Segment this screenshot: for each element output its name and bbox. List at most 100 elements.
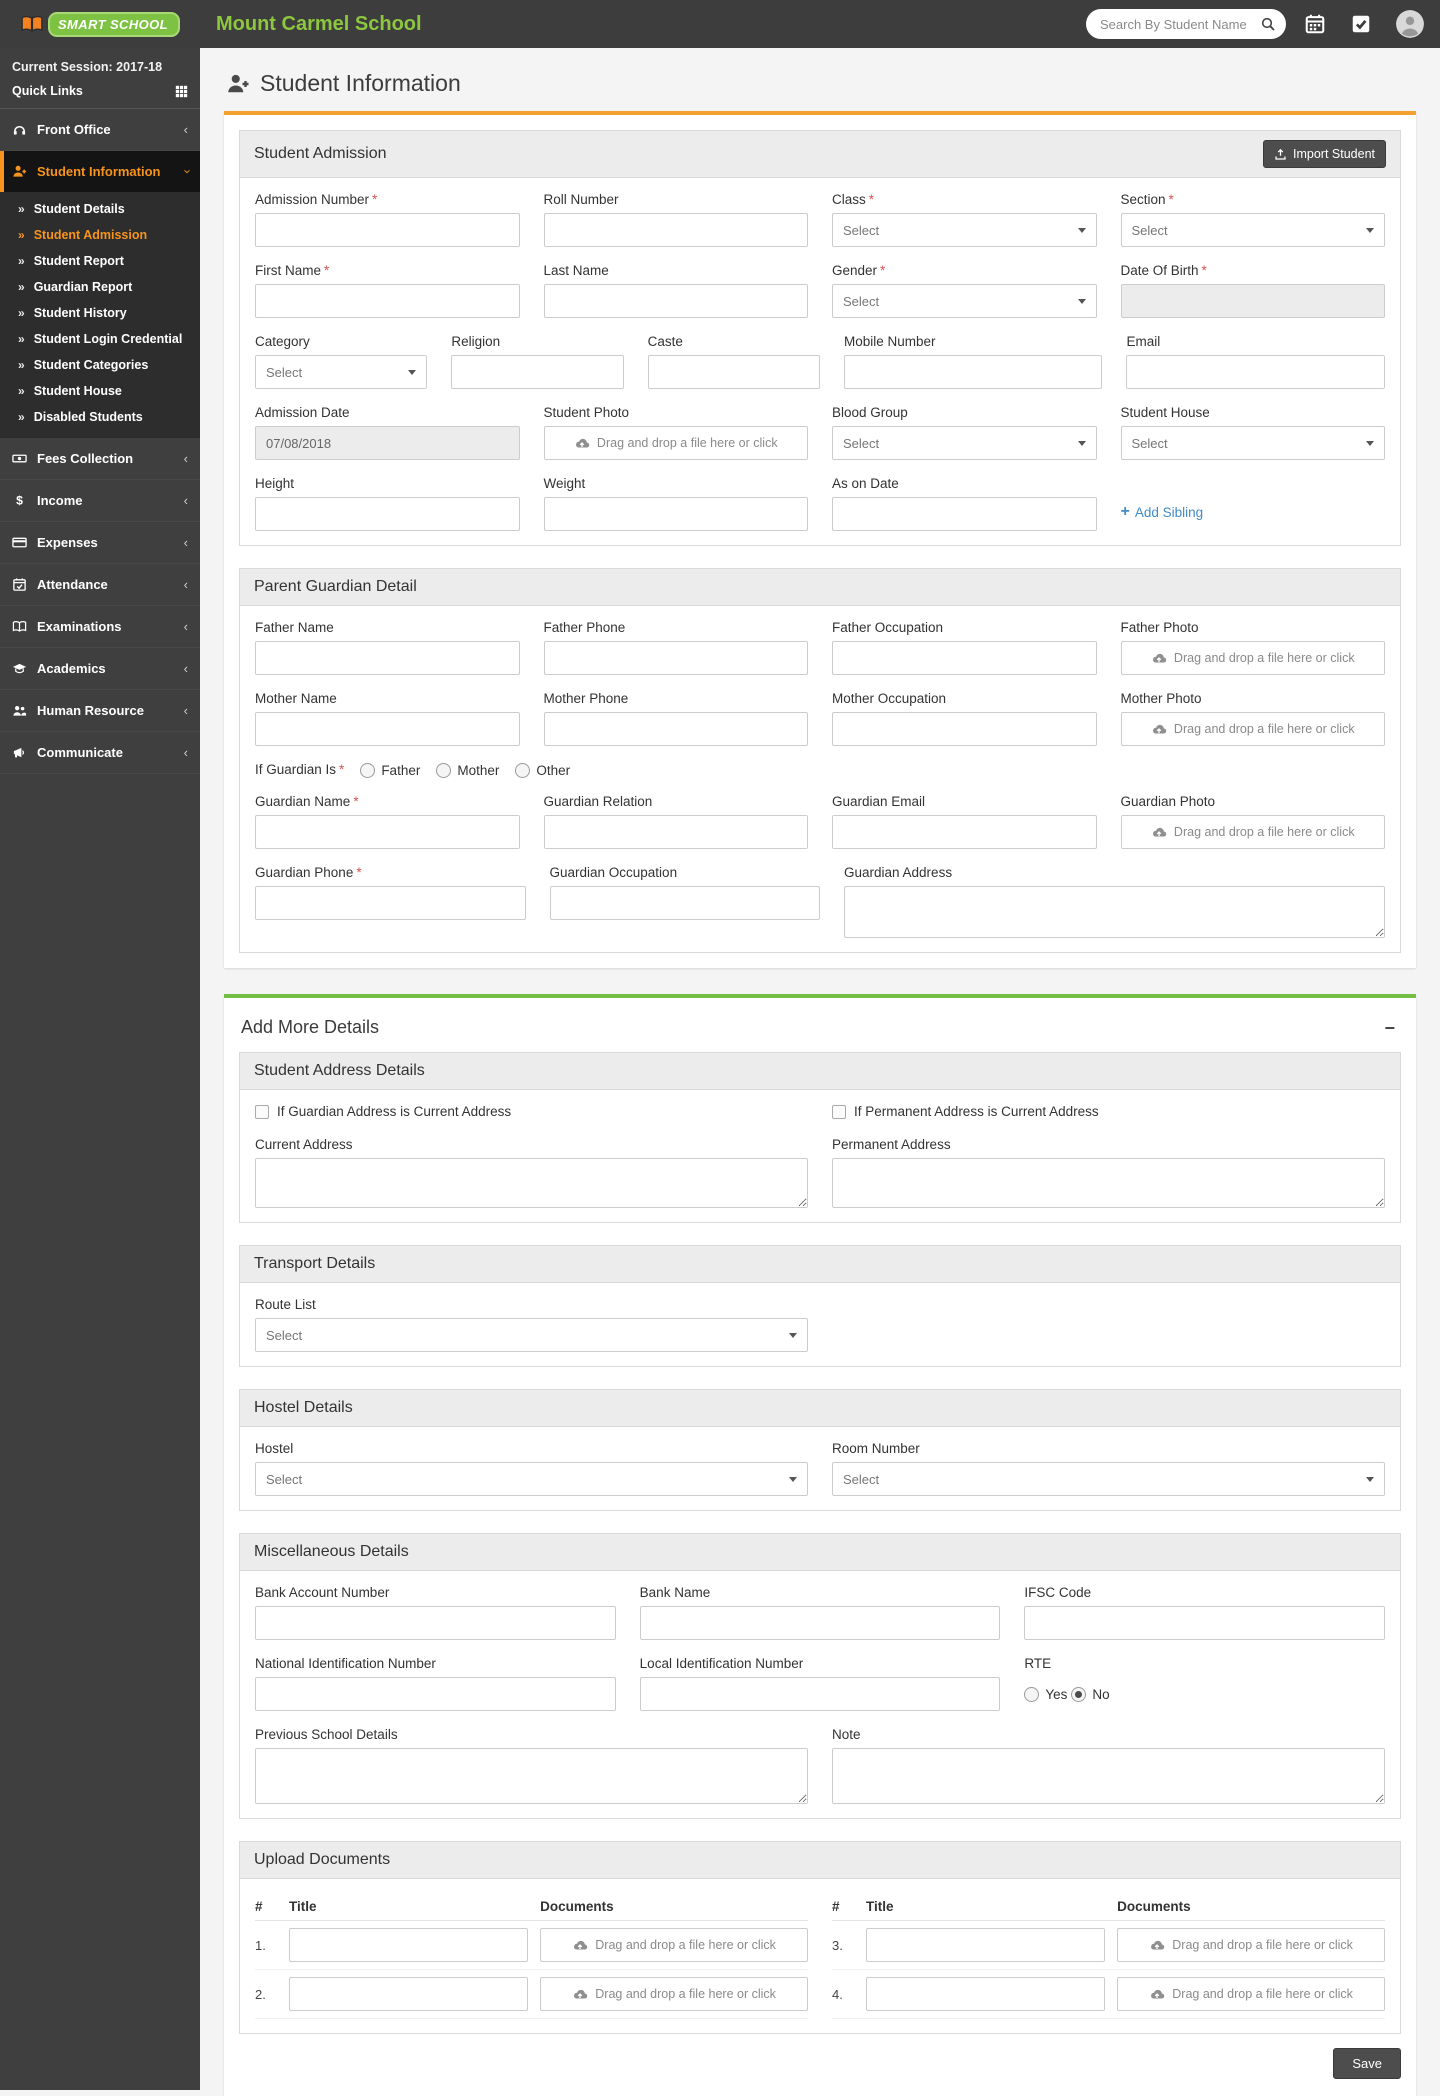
guardian-phone-label: Guardian Phone * [255,865,362,880]
hostel-select[interactable]: Select [255,1462,808,1496]
user-avatar[interactable] [1396,10,1424,38]
father-photo-dropzone[interactable]: Drag and drop a file here or click [1120,641,1385,675]
guardian-photo-dropzone[interactable]: Drag and drop a file here or click [1120,815,1385,849]
sidebar-subitem-student-categories[interactable]: » Student Categories [0,352,200,378]
admission-date-input[interactable] [255,426,520,460]
sidebar-item-communicate[interactable]: Communicate ‹ [0,732,200,774]
document-title-input-1[interactable] [289,1928,529,1962]
room-number-select[interactable]: Select [832,1462,1385,1496]
rte-yes-radio[interactable]: Yes [1024,1686,1067,1702]
guardian-relation-input[interactable] [543,815,808,849]
sidebar-item-fees-collection[interactable]: Fees Collection ‹ [0,438,200,480]
sidebar-item-human-resource[interactable]: Human Resource ‹ [0,690,200,732]
mother-photo-dropzone[interactable]: Drag and drop a file here or click [1120,712,1385,746]
mobile-number-input[interactable] [843,355,1103,389]
date-of-birth-input[interactable] [1120,284,1385,318]
sidebar-subitem-student-admission[interactable]: » Student Admission [0,222,200,248]
import-student-button[interactable]: Import Student [1263,140,1386,168]
guardian-mother-radio[interactable]: Mother [436,762,499,778]
quick-links[interactable]: Quick Links [0,78,200,109]
mother-phone-input[interactable] [543,712,808,746]
email-input[interactable] [1126,355,1385,389]
guardian-address-checkbox[interactable]: If Guardian Address is Current Address [255,1104,808,1119]
collapse-icon[interactable]: − [1380,1019,1399,1037]
document-title-input-3[interactable] [866,1928,1106,1962]
sidebar-subitem-student-details[interactable]: » Student Details [0,196,200,222]
student-house-select[interactable]: Select [1120,426,1385,460]
current-address-textarea[interactable] [255,1158,808,1208]
national-id-input[interactable] [255,1677,616,1711]
mother-occupation-input[interactable] [832,712,1097,746]
ifsc-code-input[interactable] [1024,1606,1386,1640]
sidebar-item-academics[interactable]: Academics ‹ [0,648,200,690]
category-select[interactable]: Select [255,355,428,389]
sidebar-subitem-disabled-students[interactable]: » Disabled Students [0,404,200,430]
document-dropzone-2[interactable]: Drag and drop a file here or click [540,1977,808,2011]
search-input[interactable] [1100,16,1260,32]
sidebar-item-income[interactable]: Income ‹ [0,480,200,522]
guardian-phone-input[interactable] [255,886,526,920]
sidebar-item-examinations[interactable]: Examinations ‹ [0,606,200,648]
weight-input[interactable] [543,497,808,531]
grid-icon[interactable] [175,85,188,98]
calendar-icon[interactable] [1304,13,1326,35]
sidebar-item-student-information[interactable]: Student Information ‹ [0,151,200,192]
religion-input[interactable] [451,355,624,389]
sidebar-item-expenses[interactable]: Expenses ‹ [0,522,200,564]
add-sibling-link[interactable]: + Add Sibling [1121,503,1204,521]
roll-number-input[interactable] [543,213,808,247]
class-select[interactable]: Select [832,213,1097,247]
father-phone-input[interactable] [543,641,808,675]
gender-select[interactable]: Select [832,284,1097,318]
route-list-select[interactable]: Select [255,1318,808,1352]
guardian-other-radio[interactable]: Other [515,762,570,778]
caret-down-icon [408,369,417,375]
document-dropzone-3[interactable]: Drag and drop a file here or click [1117,1928,1385,1962]
father-name-input[interactable] [255,641,520,675]
save-button[interactable]: Save [1333,2048,1401,2079]
sidebar-item-front-office[interactable]: Front Office ‹ [0,109,200,151]
document-title-input-4[interactable] [866,1977,1106,2011]
tasks-icon[interactable] [1350,13,1372,35]
mother-occupation-label: Mother Occupation [832,691,947,706]
student-photo-dropzone[interactable]: Drag and drop a file here or click [543,426,808,460]
guardian-occupation-input[interactable] [549,886,820,920]
local-id-input[interactable] [639,1677,1001,1711]
mother-name-input[interactable] [255,712,520,746]
search-icon[interactable] [1260,16,1276,32]
guardian-father-radio[interactable]: Father [360,762,420,778]
previous-school-textarea[interactable] [255,1748,808,1804]
document-dropzone-1[interactable]: Drag and drop a file here or click [540,1928,808,1962]
document-dropzone-4[interactable]: Drag and drop a file here or click [1117,1977,1385,2011]
note-textarea[interactable] [832,1748,1385,1804]
radio-icon [1024,1686,1040,1702]
sidebar-item-attendance[interactable]: Attendance ‹ [0,564,200,606]
permanent-address-checkbox[interactable]: If Permanent Address is Current Address [832,1104,1385,1119]
as-on-date-input[interactable] [832,497,1097,531]
chevron-left-icon: ‹ [183,703,188,718]
app-logo[interactable]: SMART SCHOOL [0,0,200,48]
student-search[interactable] [1086,9,1286,39]
caste-input[interactable] [647,355,820,389]
sidebar-subitem-student-history[interactable]: » Student History [0,300,200,326]
religion-label: Religion [451,334,501,349]
guardian-name-input[interactable] [255,815,520,849]
permanent-address-textarea[interactable] [832,1158,1385,1208]
first-name-input[interactable] [255,284,520,318]
last-name-input[interactable] [543,284,808,318]
sidebar-subitem-student-report[interactable]: » Student Report [0,248,200,274]
document-title-input-2[interactable] [289,1977,529,2011]
sidebar-subitem-student-house[interactable]: » Student House [0,378,200,404]
blood-group-select[interactable]: Select [832,426,1097,460]
sidebar-subitem-guardian-report[interactable]: » Guardian Report [0,274,200,300]
section-select[interactable]: Select [1120,213,1385,247]
sidebar-subitem-student-login-credential[interactable]: » Student Login Credential [0,326,200,352]
guardian-email-input[interactable] [832,815,1097,849]
guardian-address-textarea[interactable] [844,886,1385,938]
bank-account-number-input[interactable] [255,1606,616,1640]
bank-name-input[interactable] [639,1606,1001,1640]
rte-no-radio[interactable]: No [1071,1686,1110,1702]
height-input[interactable] [255,497,520,531]
father-occupation-input[interactable] [832,641,1097,675]
admission-number-input[interactable] [255,213,520,247]
